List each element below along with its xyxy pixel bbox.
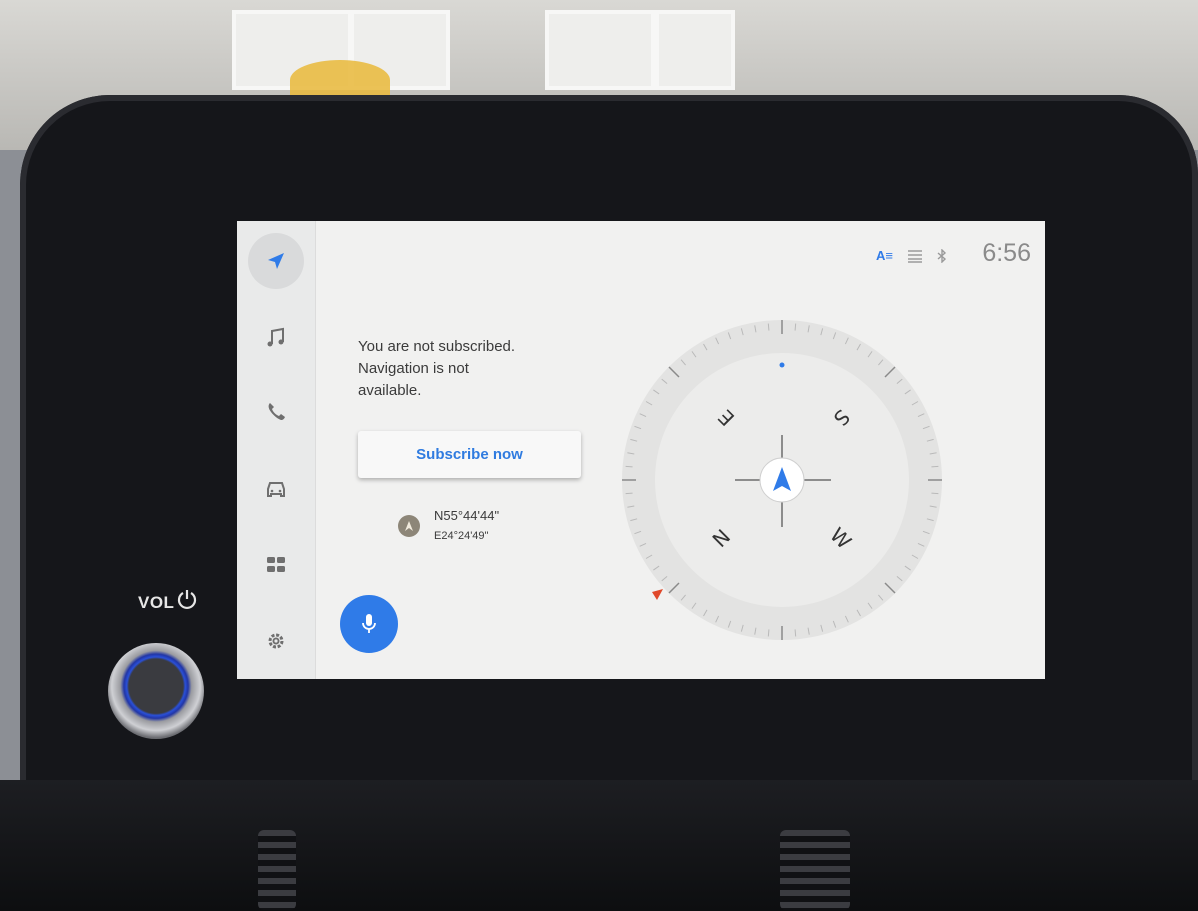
rail-item-phone[interactable]	[248, 384, 304, 440]
compass-tick	[931, 492, 939, 495]
bluetooth-icon	[937, 248, 947, 263]
compass-tick	[794, 323, 797, 331]
background-window	[545, 10, 655, 90]
background-window	[655, 10, 735, 90]
settings-gear-icon	[268, 633, 284, 649]
car-icon	[267, 482, 285, 497]
rail-item-apps[interactable]	[248, 537, 304, 593]
volume-knob[interactable]	[108, 643, 204, 739]
air-vent	[780, 830, 850, 910]
compass-marker	[652, 589, 663, 600]
phone-icon	[268, 403, 285, 420]
compass-tick	[625, 492, 633, 495]
message-line: available.	[358, 382, 422, 399]
air-vent	[258, 830, 296, 910]
message-line: Navigation is not	[358, 360, 469, 377]
coordinates-readout: N55°44'44" E24°24'49"	[398, 505, 499, 547]
status-clock: 6:56	[982, 239, 1031, 267]
microphone-icon	[362, 614, 376, 633]
app-rail	[237, 221, 316, 679]
longitude: E24°24'49"	[434, 530, 489, 542]
background-decoration	[290, 60, 390, 100]
compass-tick	[794, 629, 797, 637]
subscribe-now-button[interactable]: Subscribe now	[358, 431, 581, 478]
power-icon	[177, 590, 197, 610]
latitude: N55°44'44"	[434, 508, 500, 523]
text-icon: A≡	[876, 248, 893, 263]
grid-icon	[908, 249, 922, 263]
compass-tick	[767, 323, 770, 331]
compass-dial: E S N W	[622, 320, 942, 640]
subscription-message: You are not subscribed. Navigation is no…	[358, 336, 588, 402]
compass-tick	[625, 465, 633, 468]
apps-grid-icon	[267, 557, 285, 572]
compass-heading-dot	[779, 362, 785, 368]
compass-tick	[931, 465, 939, 468]
infotainment-screen: A≡ 6:56 You are not subscribed. Navigati…	[237, 221, 1045, 679]
music-note-icon	[267, 327, 284, 347]
navigation-arrow-icon	[268, 253, 284, 269]
voice-assistant-button[interactable]	[340, 595, 398, 653]
status-icons: A≡	[876, 248, 947, 263]
message-line: You are not subscribed.	[358, 338, 516, 355]
dashboard-lower	[0, 780, 1198, 911]
compass-tick	[767, 629, 770, 637]
rail-item-vehicle[interactable]	[248, 461, 304, 517]
location-compass-icon	[398, 515, 420, 537]
rail-item-settings[interactable]	[248, 613, 304, 669]
rail-item-navigation[interactable]	[248, 233, 304, 289]
vol-label: VOL	[138, 593, 175, 612]
rail-item-music[interactable]	[248, 310, 304, 366]
